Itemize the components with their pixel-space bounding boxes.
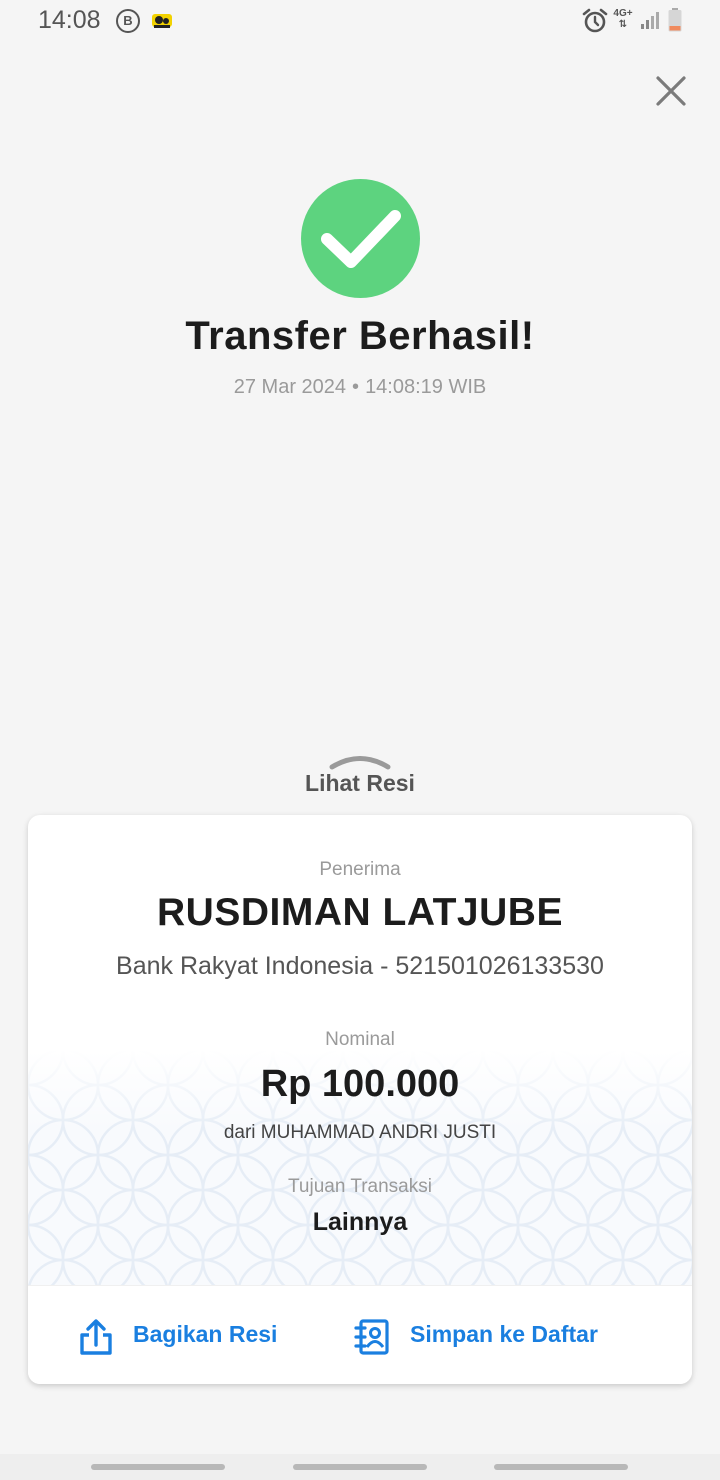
share-icon bbox=[80, 1319, 112, 1355]
recipient-label: Penerima bbox=[319, 859, 401, 880]
app-notification-icon bbox=[152, 14, 172, 28]
save-to-list-button[interactable]: Simpan ke Daftar bbox=[354, 1286, 654, 1384]
transaction-date: 27 Mar 2024 bbox=[233, 376, 347, 398]
transaction-timestamp: 27 Mar 2024 • 14:08:19 WIB bbox=[0, 376, 720, 399]
status-bar: 14:08 B 4G+ ⇅ bbox=[0, 0, 720, 44]
signal-icon bbox=[641, 12, 659, 29]
recipient-bank-account: Bank Rakyat Indonesia - 521501026133530 bbox=[116, 952, 604, 980]
chevron-up-icon[interactable] bbox=[328, 752, 392, 772]
network-4g-icon: 4G+ ⇅ bbox=[613, 8, 633, 30]
close-icon[interactable] bbox=[652, 72, 690, 110]
contact-book-icon bbox=[354, 1319, 389, 1355]
save-to-list-label: Simpan ke Daftar bbox=[410, 1321, 598, 1347]
share-receipt-label: Bagikan Resi bbox=[133, 1321, 278, 1347]
transaction-time: 14:08:19 WIB bbox=[365, 376, 487, 398]
nav-home-button[interactable] bbox=[293, 1464, 427, 1470]
amount-label: Nominal bbox=[325, 1029, 395, 1050]
nav-back-button[interactable] bbox=[494, 1464, 628, 1470]
alarm-icon bbox=[582, 8, 608, 33]
check-circle-icon bbox=[301, 179, 420, 298]
checkmark-icon bbox=[321, 210, 401, 268]
network-label: 4G+ bbox=[613, 8, 633, 19]
battery-icon bbox=[668, 8, 682, 32]
page-title: Transfer Berhasil! bbox=[185, 314, 535, 358]
transfer-amount: Rp 100.000 bbox=[260, 1063, 460, 1105]
view-receipt-toggle[interactable]: Lihat Resi bbox=[0, 770, 720, 797]
transaction-purpose: Lainnya bbox=[312, 1208, 408, 1236]
b-circle-icon: B bbox=[116, 9, 140, 33]
receipt-card: Penerima RUSDIMAN LATJUBE Bank Rakyat In… bbox=[28, 815, 692, 1384]
sender-name: dari MUHAMMAD ANDRI JUSTI bbox=[223, 1122, 497, 1143]
receipt-actions: Bagikan Resi Simpan ke Daftar bbox=[28, 1285, 692, 1384]
nav-recents-button[interactable] bbox=[91, 1464, 225, 1470]
recipient-name: RUSDIMAN LATJUBE bbox=[157, 891, 563, 934]
receipt-details: Penerima RUSDIMAN LATJUBE Bank Rakyat In… bbox=[28, 815, 692, 1285]
purpose-label: Tujuan Transaksi bbox=[288, 1176, 432, 1197]
status-time: 14:08 bbox=[38, 6, 101, 34]
system-nav-bar bbox=[0, 1454, 720, 1480]
share-receipt-button[interactable]: Bagikan Resi bbox=[78, 1286, 318, 1384]
timestamp-separator: • bbox=[352, 376, 360, 398]
